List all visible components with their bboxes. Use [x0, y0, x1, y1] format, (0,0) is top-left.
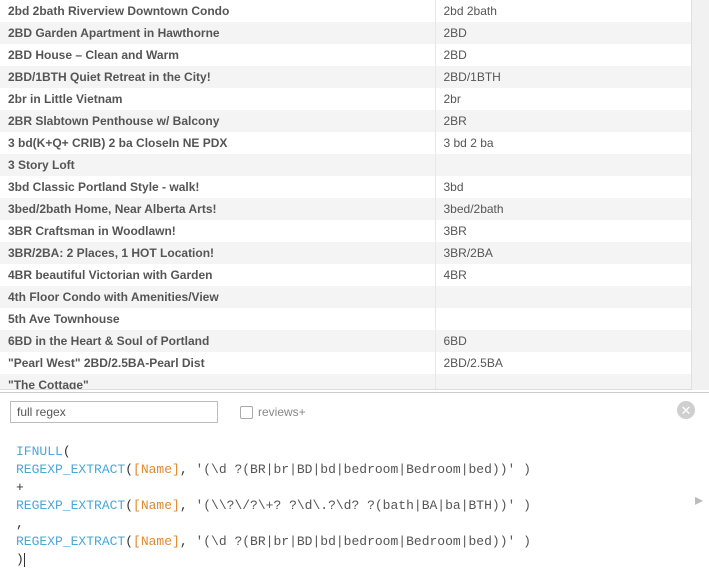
cell-match: 4BR [435, 264, 691, 286]
dependency-toggle[interactable]: reviews+ [240, 405, 306, 419]
table-row[interactable]: 3BR/2BA: 2 Places, 1 HOT Location!3BR/2B… [0, 242, 691, 264]
cell-match: 2BD/2.5BA [435, 352, 691, 374]
table-row[interactable]: 2br in Little Vietnam2br [0, 88, 691, 110]
text-cursor [24, 553, 25, 567]
table-row[interactable]: 2BR Slabtown Penthouse w/ Balcony2BR [0, 110, 691, 132]
table-row[interactable]: 2BD House – Clean and Warm2BD [0, 44, 691, 66]
table-row[interactable]: 2BD/1BTH Quiet Retreat in the City!2BD/1… [0, 66, 691, 88]
cell-name: 2BD House – Clean and Warm [0, 44, 435, 66]
table-scrollbar[interactable] [691, 0, 709, 390]
checkbox-icon [240, 406, 253, 419]
table-row[interactable]: 3 Story Loft [0, 154, 691, 176]
results-table: 2bd 2bath Riverview Downtown Condo2bd 2b… [0, 0, 691, 390]
close-paren: ) [16, 552, 24, 567]
fn-regexp-2: REGEXP_EXTRACT [16, 498, 125, 513]
table-row[interactable]: 3bd Classic Portland Style - walk!3bd [0, 176, 691, 198]
cell-match: 2BD [435, 44, 691, 66]
field-ref-3: [Name] [133, 534, 180, 549]
cell-match: 3bd [435, 176, 691, 198]
table-row[interactable]: 4BR beautiful Victorian with Garden4BR [0, 264, 691, 286]
cell-match: 2br [435, 88, 691, 110]
chevron-right-icon[interactable]: ▸ [695, 490, 703, 510]
cell-match: 3bed/2bath [435, 198, 691, 220]
table-row[interactable]: 3 bd(K+Q+ CRIB) 2 ba CloseIn NE PDX3 bd … [0, 132, 691, 154]
fn-regexp-3: REGEXP_EXTRACT [16, 534, 125, 549]
cell-name: 2BD/1BTH Quiet Retreat in the City! [0, 66, 435, 88]
pattern-2: '(\\?\/?\+? ?\d\.?\d? ?(bath|BA|ba|BTH))… [195, 498, 530, 513]
table-row[interactable]: 6BD in the Heart & Soul of Portland6BD [0, 330, 691, 352]
cell-name: 3 Story Loft [0, 154, 435, 176]
cell-name: "The Cottage" [0, 374, 435, 390]
close-icon[interactable]: ✕ [677, 401, 695, 419]
cell-match: 2BD [435, 22, 691, 44]
cell-match: 6BD [435, 330, 691, 352]
cell-name: 2br in Little Vietnam [0, 88, 435, 110]
table-row[interactable]: 2BD Garden Apartment in Hawthorne2BD [0, 22, 691, 44]
cell-name: 3bed/2bath Home, Near Alberta Arts! [0, 198, 435, 220]
table-row[interactable]: 3BR Craftsman in Woodlawn!3BR [0, 220, 691, 242]
field-ref-1: [Name] [133, 462, 180, 477]
fn-regexp-1: REGEXP_EXTRACT [16, 462, 125, 477]
cell-match [435, 154, 691, 176]
field-name-input[interactable] [10, 401, 218, 423]
cell-match: 2BR [435, 110, 691, 132]
table-row[interactable]: 4th Floor Condo with Amenities/View [0, 286, 691, 308]
cell-name: 6BD in the Heart & Soul of Portland [0, 330, 435, 352]
cell-name: 5th Ave Townhouse [0, 308, 435, 330]
cell-name: 2BD Garden Apartment in Hawthorne [0, 22, 435, 44]
cell-name: 3bd Classic Portland Style - walk! [0, 176, 435, 198]
calculation-editor: reviews+ ✕ IFNULL( REGEXP_EXTRACT([Name]… [0, 392, 709, 577]
cell-match: 2BD/1BTH [435, 66, 691, 88]
table-row[interactable]: "The Cottage" [0, 374, 691, 390]
field-ref-2: [Name] [133, 498, 180, 513]
cell-name: 2bd 2bath Riverview Downtown Condo [0, 0, 435, 22]
cell-name: 4BR beautiful Victorian with Garden [0, 264, 435, 286]
comma-sep: , [16, 516, 24, 531]
cell-match: 2bd 2bath [435, 0, 691, 22]
cell-name: 4th Floor Condo with Amenities/View [0, 286, 435, 308]
results-table-wrap: 2bd 2bath Riverview Downtown Condo2bd 2b… [0, 0, 691, 390]
pattern-3: '(\d ?(BR|br|BD|bd|bedroom|Bedroom|bed))… [195, 534, 530, 549]
cell-match: 3 bd 2 ba [435, 132, 691, 154]
cell-match: 3BR/2BA [435, 242, 691, 264]
cell-name: 3BR Craftsman in Woodlawn! [0, 220, 435, 242]
cell-name: "Pearl West" 2BD/2.5BA-Pearl Dist [0, 352, 435, 374]
plus-op: + [16, 480, 24, 495]
table-row[interactable]: 2bd 2bath Riverview Downtown Condo2bd 2b… [0, 0, 691, 22]
cell-match [435, 308, 691, 330]
table-row[interactable]: "Pearl West" 2BD/2.5BA-Pearl Dist2BD/2.5… [0, 352, 691, 374]
cell-name: 3BR/2BA: 2 Places, 1 HOT Location! [0, 242, 435, 264]
cell-match [435, 374, 691, 390]
fn-ifnull: IFNULL [16, 444, 63, 459]
formula-code[interactable]: IFNULL( REGEXP_EXTRACT([Name], '(\d ?(BR… [0, 431, 709, 581]
editor-header: reviews+ ✕ [0, 393, 709, 431]
cell-name: 2BR Slabtown Penthouse w/ Balcony [0, 110, 435, 132]
cell-name: 3 bd(K+Q+ CRIB) 2 ba CloseIn NE PDX [0, 132, 435, 154]
table-row[interactable]: 5th Ave Townhouse [0, 308, 691, 330]
table-row[interactable]: 3bed/2bath Home, Near Alberta Arts!3bed/… [0, 198, 691, 220]
cell-match [435, 286, 691, 308]
cell-match: 3BR [435, 220, 691, 242]
checkbox-label: reviews+ [258, 405, 306, 419]
pattern-1: '(\d ?(BR|br|BD|bd|bedroom|Bedroom|bed))… [195, 462, 530, 477]
